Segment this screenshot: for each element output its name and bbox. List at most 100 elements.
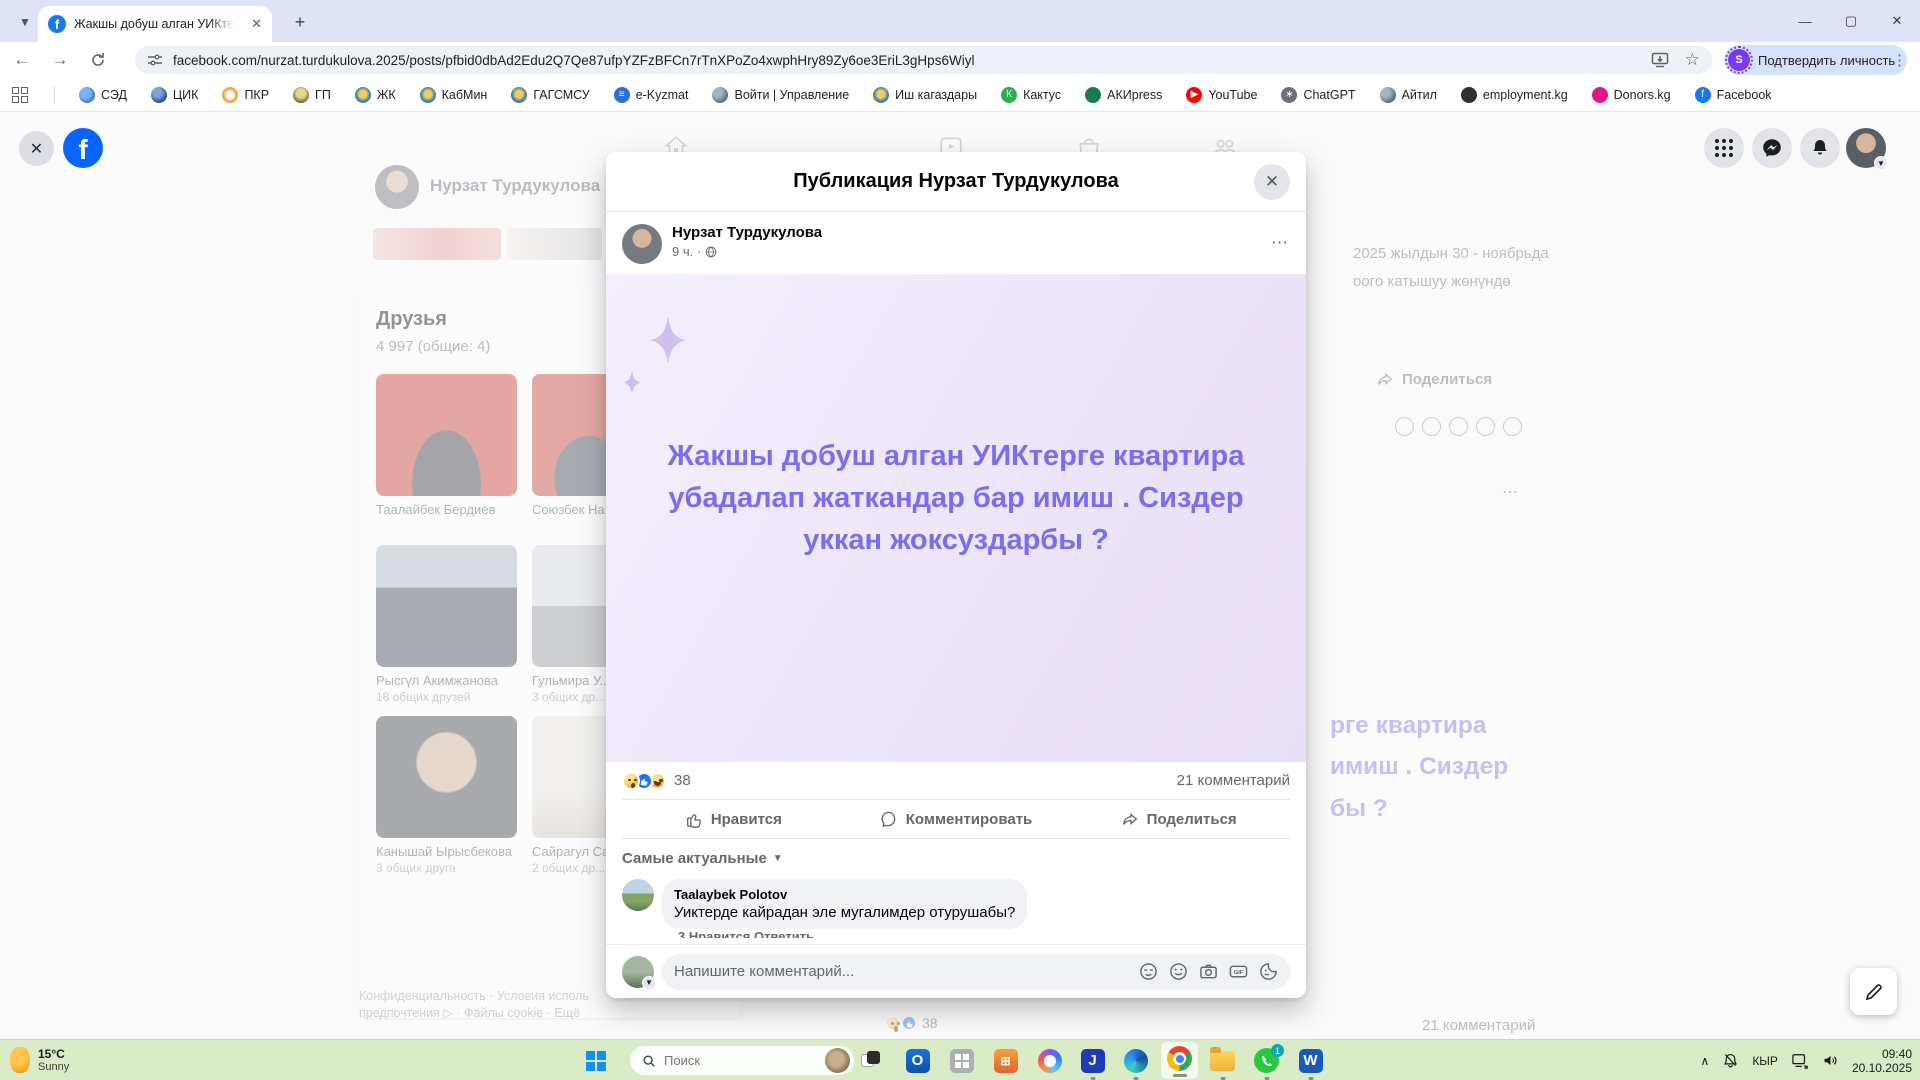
verify-identity-button[interactable]: S Подтвердить личность xyxy=(1724,45,1907,75)
apps-menu-button[interactable] xyxy=(1704,128,1744,168)
bookmark-item[interactable]: employment.kg xyxy=(1461,87,1568,103)
profile-mini-avatar[interactable] xyxy=(375,165,419,209)
outlook-app-icon[interactable]: O xyxy=(904,1047,931,1074)
bookmark-star-icon[interactable]: ☆ xyxy=(1685,50,1700,70)
wow-reaction-icon[interactable] xyxy=(622,772,640,790)
friend-name[interactable]: Таалайбек Бердиев xyxy=(376,502,517,517)
reload-button[interactable] xyxy=(82,44,114,76)
bookmark-item[interactable]: ∗ ChatGPT xyxy=(1281,87,1355,103)
close-window-button[interactable]: ✕ xyxy=(1874,0,1920,42)
copilot-app-icon[interactable] xyxy=(1036,1047,1063,1074)
comment-button[interactable]: Комментировать xyxy=(845,800,1068,838)
new-tab-button[interactable]: + xyxy=(288,10,312,34)
share-button[interactable]: Поделиться xyxy=(1067,800,1290,838)
bookmark-item[interactable]: Иш кагаздары xyxy=(873,87,977,103)
bg-post-menu-icon[interactable]: ⋯ xyxy=(1502,482,1519,502)
chrome-app-icon[interactable] xyxy=(1166,1045,1193,1072)
weather-widget[interactable]: 15°C Sunny xyxy=(10,1047,69,1073)
cast-screen-icon[interactable] xyxy=(1791,1053,1809,1069)
store-app-icon[interactable]: ⊞ xyxy=(992,1047,1019,1074)
friend-photo[interactable] xyxy=(376,545,517,667)
author-avatar[interactable] xyxy=(622,224,662,264)
close-overlay-button[interactable]: ✕ xyxy=(19,131,54,166)
composer-pill[interactable]: GIF xyxy=(662,954,1290,990)
install-app-icon[interactable] xyxy=(1651,52,1669,68)
task-view-button[interactable] xyxy=(861,1051,880,1070)
messenger-button[interactable] xyxy=(1752,128,1792,168)
bookmark-item[interactable]: ЦИК xyxy=(151,87,199,103)
browser-tab[interactable]: f Жакшы добуш алган УИКтерге ✕ xyxy=(38,6,272,42)
taskbar-search[interactable] xyxy=(630,1046,854,1075)
bookmark-item[interactable]: ▶ YouTube xyxy=(1186,87,1257,103)
speaker-icon[interactable] xyxy=(1822,1052,1839,1069)
calculator-app-icon[interactable] xyxy=(948,1047,975,1074)
tab-list-chevron-icon[interactable]: ▼ xyxy=(12,9,38,35)
composer-avatar[interactable]: ▼ xyxy=(622,956,654,988)
chrome-app-active-tile[interactable] xyxy=(1161,1042,1198,1079)
bookmark-item[interactable]: ГАГСМСУ xyxy=(511,87,589,103)
journal-app-icon[interactable]: J xyxy=(1079,1047,1106,1074)
language-indicator[interactable]: КЫР xyxy=(1752,1054,1778,1068)
commenter-avatar[interactable] xyxy=(622,879,654,911)
notifications-button[interactable] xyxy=(1800,128,1840,168)
page-footer-links[interactable]: Конфиденциальность · Условия исполь пред… xyxy=(359,988,589,1022)
comment-bubble[interactable]: Taalaybek Polotov Уиктерде кайрадан эле … xyxy=(662,879,1027,929)
footer-line[interactable]: Конфиденциальность · Условия исполь xyxy=(359,988,589,1005)
bookmark-item[interactable]: ГП xyxy=(293,87,331,103)
bookmark-item[interactable]: f Facebook xyxy=(1695,87,1772,103)
reaction-count[interactable]: 38 xyxy=(674,772,691,789)
url-text[interactable]: facebook.com/nurzat.turdukulova.2025/pos… xyxy=(173,53,1641,68)
forward-button[interactable]: → xyxy=(44,44,76,76)
bookmark-item[interactable]: КабМин xyxy=(420,87,488,103)
bookmark-item[interactable]: Donors.kg xyxy=(1592,87,1671,103)
tray-clock[interactable]: 09:40 20.10.2025 xyxy=(1852,1047,1912,1075)
edge-app-icon[interactable] xyxy=(1122,1047,1149,1074)
footer-line[interactable]: предпочтения ▷ · Файлы cookie · Ещё xyxy=(359,1005,589,1022)
whatsapp-app-icon[interactable]: 1 xyxy=(1253,1047,1280,1074)
friend-photo[interactable] xyxy=(376,716,517,838)
address-bar[interactable]: facebook.com/nurzat.turdukulova.2025/pos… xyxy=(135,46,1712,74)
bg-share-button[interactable]: Поделиться xyxy=(1376,370,1492,388)
post-time[interactable]: 9 ч. · xyxy=(672,244,701,259)
comment-input[interactable] xyxy=(674,963,1129,980)
like-button[interactable]: Нравится xyxy=(622,800,845,838)
search-input[interactable] xyxy=(664,1053,784,1068)
bookmark-item[interactable]: СЭД xyxy=(79,87,127,103)
comment-count[interactable]: 21 комментарий xyxy=(1177,772,1290,789)
bookmark-item[interactable]: ПКР xyxy=(222,87,269,103)
site-settings-icon[interactable] xyxy=(147,52,163,68)
modal-close-button[interactable]: ✕ xyxy=(1254,164,1290,200)
friend-name[interactable]: Канышай Ырысбекова xyxy=(376,844,517,859)
maximize-button[interactable]: ▢ xyxy=(1828,0,1874,42)
browser-menu-button[interactable]: ⋮ xyxy=(1888,48,1912,72)
post-menu-button[interactable]: ⋯ xyxy=(1271,233,1290,253)
friend-name[interactable]: Рысгүл Акимжанова xyxy=(376,673,517,688)
compose-post-button[interactable] xyxy=(1850,968,1897,1015)
start-button[interactable] xyxy=(586,1051,606,1071)
minimize-button[interactable]: — xyxy=(1782,0,1828,42)
bookmark-item[interactable]: ≡ e-Kyzmat xyxy=(614,87,689,103)
friend-card[interactable]: Рысгүл Акимжанова 18 общих друзей xyxy=(376,545,517,704)
account-avatar-button[interactable]: ▼ xyxy=(1846,128,1886,168)
sticker-icon[interactable] xyxy=(1259,962,1278,981)
search-highlight-sloth-image[interactable] xyxy=(825,1048,850,1073)
friend-card[interactable]: Таалайбек Бердиев xyxy=(376,374,517,533)
do-not-disturb-bell-icon[interactable] xyxy=(1722,1052,1739,1069)
facebook-logo[interactable]: f xyxy=(63,128,103,168)
bookmark-item[interactable]: ЖК xyxy=(355,87,396,103)
bookmark-item[interactable]: АКИpress xyxy=(1085,87,1162,103)
gif-icon[interactable]: GIF xyxy=(1229,962,1248,981)
apps-grid-icon[interactable] xyxy=(12,87,28,103)
back-button[interactable]: ← xyxy=(6,44,38,76)
word-app-icon[interactable]: W xyxy=(1297,1047,1324,1074)
bookmark-item[interactable]: Айтил xyxy=(1380,87,1437,103)
friend-card[interactable]: Канышай Ырысбекова 3 общих друга xyxy=(376,716,517,875)
bookmark-item[interactable]: Войти | Управление xyxy=(712,87,849,103)
commenter-name[interactable]: Taalaybek Polotov xyxy=(674,887,1015,902)
author-name[interactable]: Нурзат Турдукулова xyxy=(672,224,822,241)
file-explorer-app-icon[interactable] xyxy=(1209,1047,1236,1074)
bookmark-item[interactable]: К Кактус xyxy=(1001,87,1061,103)
comments-sort-dropdown[interactable]: Самые актуальные ▼ xyxy=(606,839,1306,869)
tab-close-icon[interactable]: ✕ xyxy=(251,16,262,32)
emoji-icon[interactable] xyxy=(1169,962,1188,981)
